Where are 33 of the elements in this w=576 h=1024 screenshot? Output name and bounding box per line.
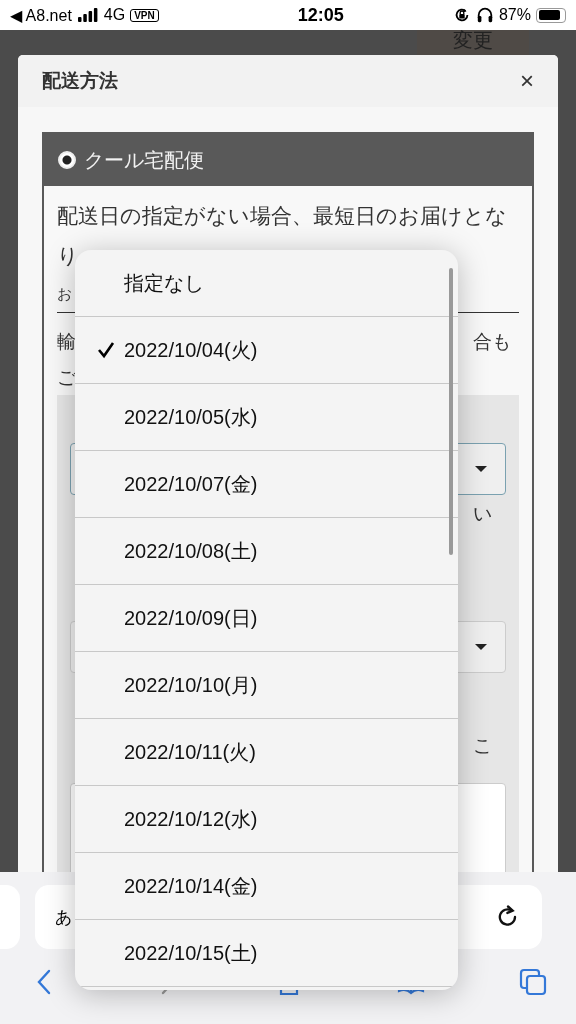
- clock: 12:05: [297, 4, 344, 26]
- partial-text: お: [57, 284, 72, 305]
- back-to-app-link[interactable]: ◀ A8.net: [10, 5, 72, 25]
- date-option[interactable]: 2022/10/14(金): [75, 853, 458, 920]
- close-button[interactable]: ×: [516, 67, 538, 95]
- shipping-option-label: クール宅配便: [84, 146, 204, 174]
- partial-text: ご: [57, 365, 76, 390]
- date-option[interactable]: 2022/10/05(水): [75, 384, 458, 451]
- date-option[interactable]: 2022/10/09(日): [75, 585, 458, 652]
- network-type: 4G: [103, 6, 126, 24]
- date-option[interactable]: 指定なし: [75, 250, 458, 317]
- partial-text: こ: [473, 733, 492, 758]
- signal-icon: [76, 8, 99, 22]
- date-option[interactable]: 2022/10/08(土): [75, 518, 458, 585]
- dialog-title: 配送方法: [42, 68, 118, 93]
- caret-icon: [475, 644, 487, 650]
- radio-button[interactable]: [58, 151, 76, 169]
- checkmark-icon: [96, 340, 116, 360]
- tabs-icon[interactable]: [518, 967, 548, 997]
- battery-percent: 87%: [498, 6, 531, 24]
- date-option[interactable]: 2022/10/15(土): [75, 920, 458, 987]
- date-option[interactable]: 2022/10/04(火): [75, 317, 458, 384]
- caret-icon: [475, 466, 487, 472]
- date-option[interactable]: 2022/10/07(金): [75, 451, 458, 518]
- date-option[interactable]: 2022/10/10(月): [75, 652, 458, 719]
- partial-text: 輸: [57, 329, 76, 354]
- partial-text: 合も: [473, 329, 512, 354]
- date-option[interactable]: 2022/10/11(火): [75, 719, 458, 786]
- partial-text: い: [473, 501, 492, 526]
- date-option[interactable]: 2022/10/12(水): [75, 786, 458, 853]
- headphones-icon: [475, 6, 494, 24]
- vpn-badge: VPN: [130, 8, 159, 22]
- battery-icon: [536, 7, 566, 23]
